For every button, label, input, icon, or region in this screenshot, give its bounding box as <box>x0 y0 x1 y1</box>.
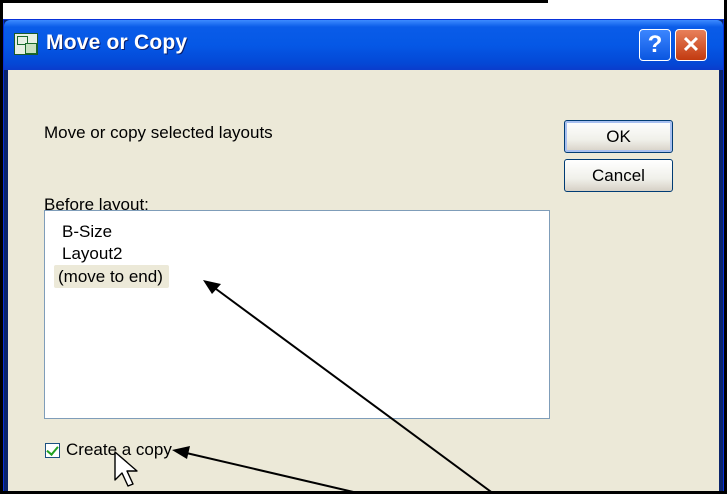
annotation-arrow <box>203 280 495 494</box>
annotation-overlay <box>114 280 495 494</box>
mouse-cursor-icon <box>114 451 138 487</box>
annotation-arrow <box>172 446 363 494</box>
